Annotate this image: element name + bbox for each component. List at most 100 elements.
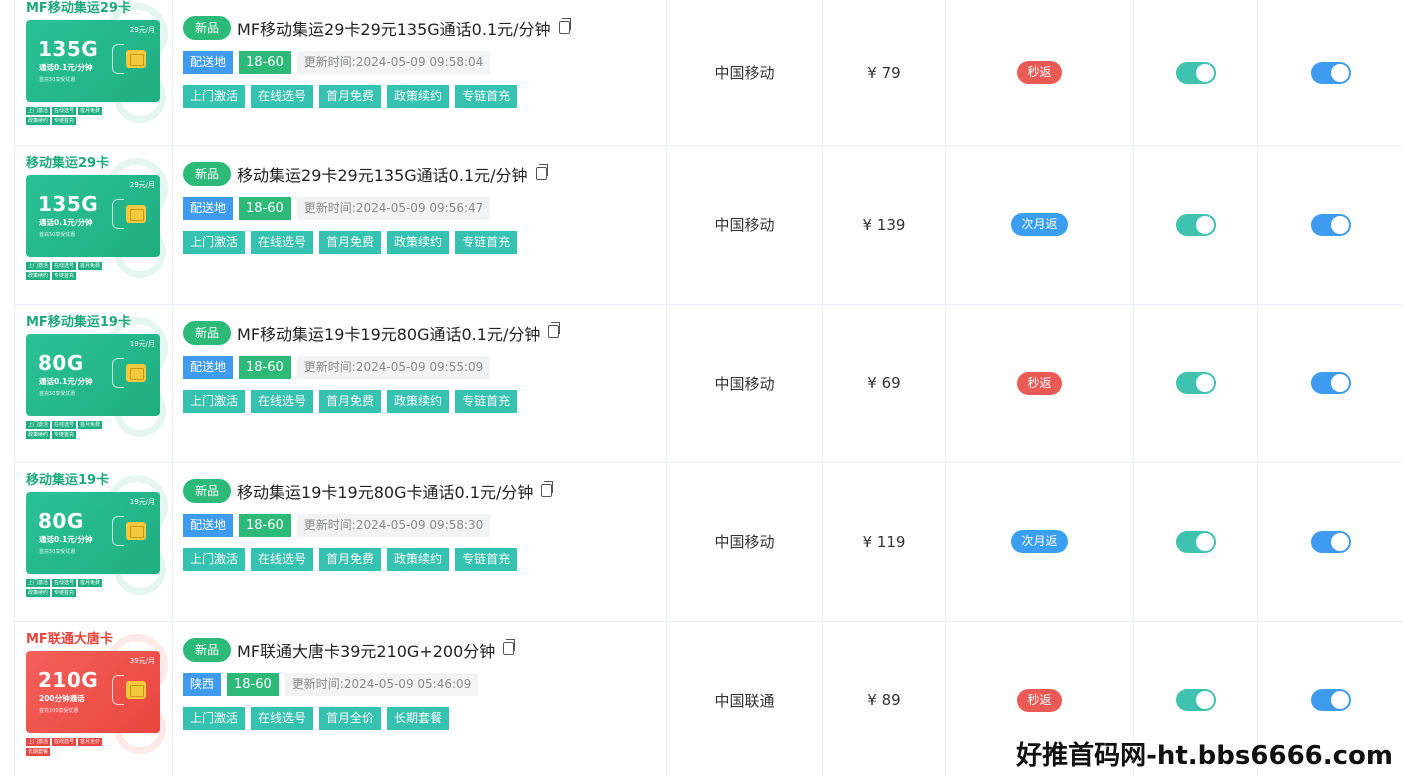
age-range-tag: 18-60 [239,197,291,220]
card-mini-tag: 上门激活 [26,107,51,115]
sim-card-graphic: 19元/月 80G 通话0.1元/分钟 首充50享受优惠 [26,492,160,574]
card-note: 首充50享受优惠 [39,232,76,238]
feature-tag: 在线选号 [251,706,314,730]
sim-chip-icon [126,205,146,223]
copy-icon[interactable] [541,480,554,497]
status-toggle[interactable] [1175,372,1216,395]
listing-toggle[interactable] [1310,213,1351,236]
card-mini-tag: 上门激活 [26,579,51,587]
card-note: 首充50享受优惠 [39,77,76,83]
toggle-cell-2 [1258,146,1403,304]
product-price: ¥ 79 [867,63,901,82]
card-mini-tag: 政策续约 [26,589,51,597]
card-mini-tags: 上门激活 在线选号 首月全价 长期套餐 [26,737,126,756]
rebate-cell: 次月返 [946,463,1133,621]
card-mini-tag: 上门激活 [26,420,51,429]
card-monthly-price: 29元/月 [129,26,155,34]
card-mini-tag: 专链首充 [52,430,77,439]
new-badge: 新品 [183,16,232,40]
carrier-cell: 中国移动 [667,463,822,621]
card-monthly-price: 39元/月 [129,656,155,665]
copy-icon[interactable] [535,163,548,180]
status-toggle[interactable] [1175,213,1216,236]
card-brand: 移动集运19卡 [26,473,110,488]
product-image[interactable]: MF移动集运29卡 29元/月 135G 通话0.1元/分钟 首充50享受优惠 … [26,0,168,129]
product-title[interactable]: 移动集运29卡29元135G通话0.1元/分钟 [237,162,528,186]
column-divider [172,621,173,776]
card-mini-tags: 上门激活 在线选号 首月免费 政策续约 专链首充 [26,420,126,439]
product-title[interactable]: MF移动集运19卡19元80G通话0.1元/分钟 [237,321,540,345]
feature-tag: 上门激活 [183,706,246,730]
card-call-rate: 200分钟通话 [39,693,85,703]
region-tag: 配送地 [183,51,234,74]
table-row: 移动集运29卡 29元/月 135G 通话0.1元/分钟 首充50享受优惠 上门… [14,146,1403,305]
card-mini-tag: 首月免费 [78,107,103,115]
rebate-badge: 秒返 [1017,688,1062,712]
card-data-amount: 210G [38,667,99,692]
card-note: 首充50享受优惠 [39,549,76,555]
feature-tag: 长期套餐 [387,706,450,730]
copy-icon[interactable] [503,639,516,655]
card-call-rate: 通话0.1元/分钟 [39,218,93,227]
card-call-rate: 通话0.1元/分钟 [39,63,93,72]
status-toggle[interactable] [1175,61,1216,84]
feature-tag: 上门激活 [183,85,246,108]
toggle-cell-2 [1258,305,1403,463]
card-mini-tags: 上门激活 在线选号 首月免费 政策续约 专链首充 [26,262,126,280]
toggle-cell-1 [1134,305,1257,463]
card-mini-tag: 首月免费 [78,579,103,587]
update-time: 更新时间:2024-05-09 05:46:09 [284,672,479,696]
card-data-amount: 135G [38,37,99,61]
rebate-badge: 秒返 [1017,61,1062,84]
sim-card-graphic: 29元/月 135G 通话0.1元/分钟 首充50享受优惠 [26,20,160,102]
product-price: ¥ 139 [862,215,906,234]
sim-bracket-icon [112,674,124,705]
card-brand: 移动集运29卡 [26,156,110,171]
new-badge: 新品 [183,320,232,345]
carrier-name: 中国移动 [714,533,775,552]
feature-tag: 政策续约 [387,231,450,254]
listing-toggle[interactable] [1310,530,1351,553]
card-monthly-price: 19元/月 [129,339,155,348]
copy-icon[interactable] [558,17,571,34]
product-image[interactable]: MF联通大唐卡 39元/月 210G 200分钟通话 首充100享受优惠 上门激… [26,628,168,760]
product-table: MF移动集运29卡 29元/月 135G 通话0.1元/分钟 首充50享受优惠 … [14,0,1403,776]
card-mini-tag: 首月免费 [78,420,103,429]
column-divider [14,463,15,621]
rebate-cell: 秒返 [946,305,1133,463]
product-title[interactable]: 移动集运19卡19元80G卡通话0.1元/分钟 [237,479,533,503]
rebate-cell: 次月返 [946,146,1133,304]
status-toggle[interactable] [1175,530,1216,553]
age-range-tag: 18-60 [239,51,291,74]
card-brand: MF移动集运29卡 [26,1,131,16]
feature-tag: 在线选号 [251,548,314,571]
copy-icon[interactable] [548,322,561,338]
table-row: MF移动集运29卡 29元/月 135G 通话0.1元/分钟 首充50享受优惠 … [14,0,1403,146]
site-watermark: 好推首码网-ht.bbs6666.com [1016,741,1393,771]
card-mini-tag: 在线选号 [52,579,77,587]
carrier-name: 中国联通 [714,691,775,710]
listing-toggle[interactable] [1310,61,1351,84]
sim-bracket-icon [112,357,124,388]
age-range-tag: 18-60 [239,355,291,379]
status-toggle[interactable] [1175,689,1216,712]
feature-tag: 上门激活 [183,548,246,571]
product-image[interactable]: MF移动集运19卡 19元/月 80G 通话0.1元/分钟 首充50享受优惠 上… [26,311,168,443]
product-image[interactable]: 移动集运29卡 29元/月 135G 通话0.1元/分钟 首充50享受优惠 上门… [26,152,168,284]
card-mini-tags: 上门激活 在线选号 首月免费 政策续约 专链首充 [26,579,126,597]
feature-tag: 首月免费 [319,389,382,413]
carrier-cell: 中国移动 [667,0,822,145]
card-brand: MF联通大唐卡 [26,631,113,647]
card-note: 首充50享受优惠 [39,390,76,397]
product-title[interactable]: MF移动集运29卡29元135G通话0.1元/分钟 [237,16,551,40]
listing-toggle[interactable] [1310,689,1351,712]
listing-toggle[interactable] [1310,372,1351,395]
product-price: ¥ 69 [867,374,901,393]
product-image[interactable]: 移动集运19卡 19元/月 80G 通话0.1元/分钟 首充50享受优惠 上门激… [26,469,168,601]
update-time: 更新时间:2024-05-09 09:58:04 [296,51,491,74]
product-title[interactable]: MF联通大唐卡39元210G+200分钟 [237,638,495,662]
card-data-amount: 80G [38,509,84,533]
card-mini-tag: 政策续约 [26,272,51,280]
rebate-cell: 秒返 [946,0,1133,145]
carrier-name: 中国移动 [714,374,775,393]
